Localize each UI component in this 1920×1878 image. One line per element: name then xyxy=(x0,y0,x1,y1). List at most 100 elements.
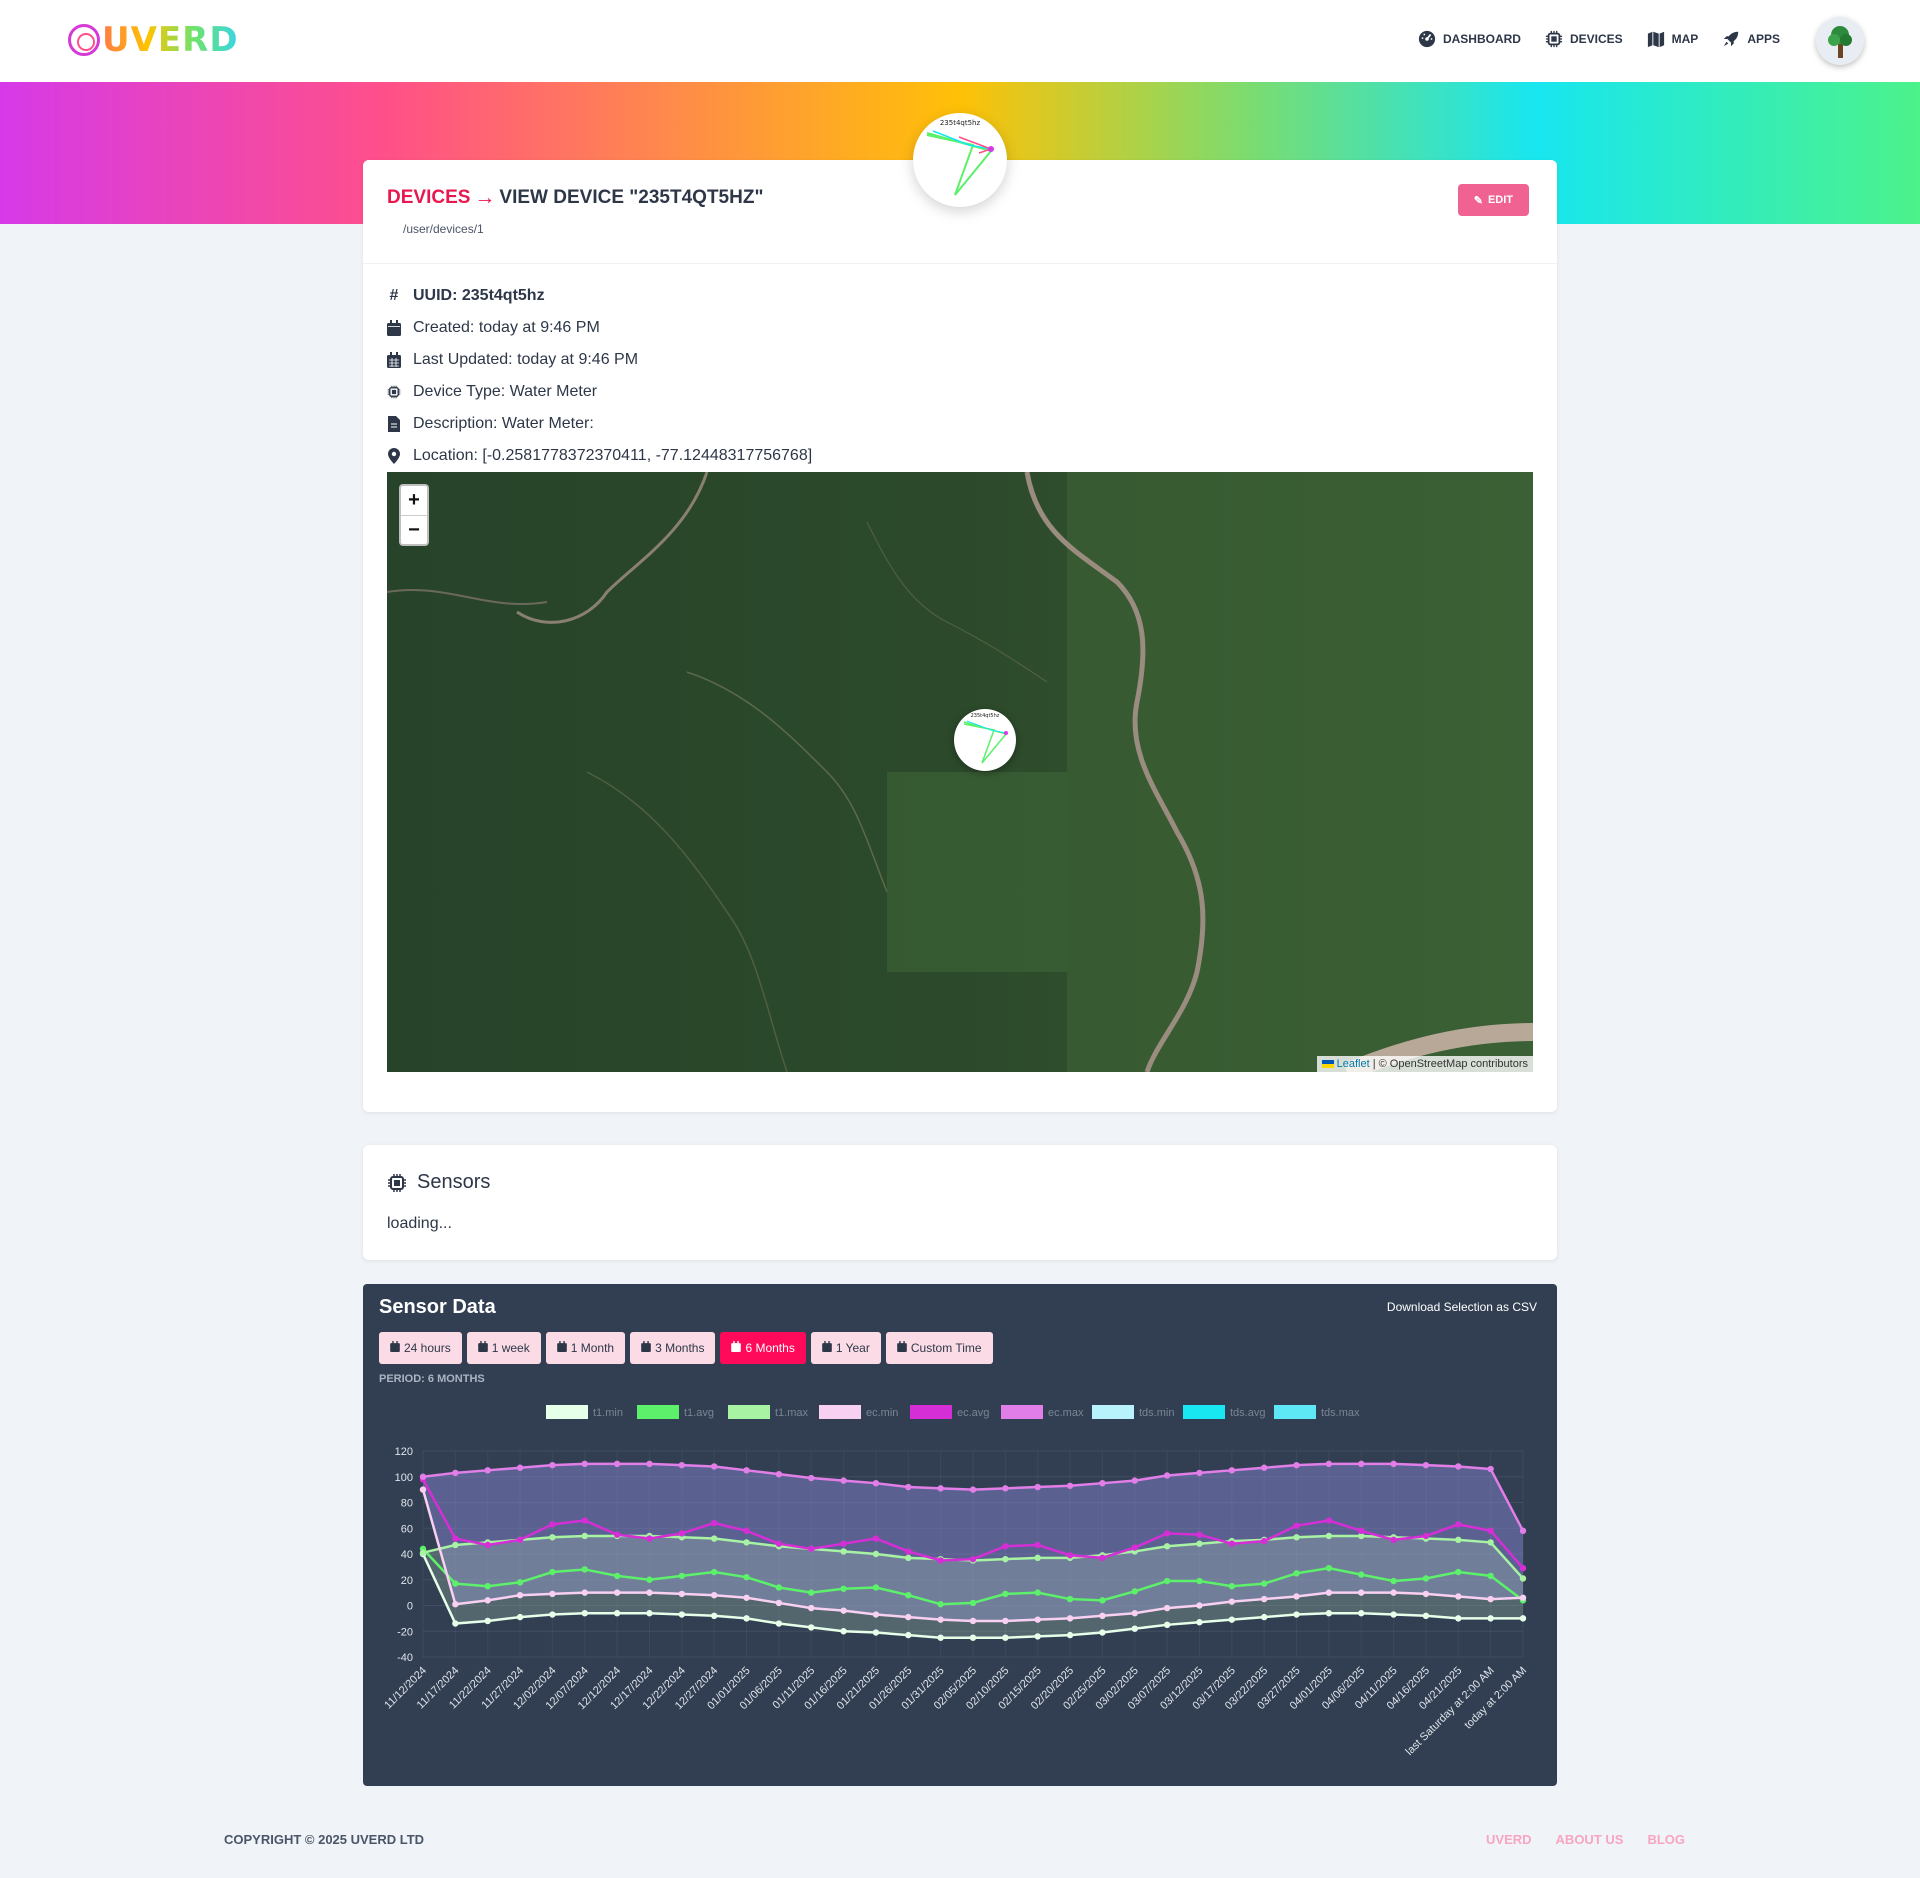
data-point-ec.avg xyxy=(872,1535,880,1542)
data-point-ec.min xyxy=(840,1607,847,1614)
data-point-ec.min xyxy=(1163,1604,1171,1612)
brand-logo[interactable]: UVERD xyxy=(68,20,239,60)
legend-swatch-ec.avg xyxy=(910,1405,952,1419)
data-point-ec.max xyxy=(484,1467,491,1474)
data-point-ec.min xyxy=(1422,1590,1430,1598)
data-point-ec.avg xyxy=(1455,1521,1462,1528)
range-button-label: 24 hours xyxy=(404,1341,451,1355)
data-point-t1.max xyxy=(743,1539,750,1546)
data-point-t1.max xyxy=(872,1550,880,1558)
download-csv-link[interactable]: Download Selection as CSV xyxy=(1387,1300,1537,1314)
data-point-ec.max xyxy=(419,1473,427,1480)
data-point-ec.max xyxy=(808,1474,815,1482)
data-point-t1.min xyxy=(516,1613,524,1621)
device-map-marker[interactable]: 235t4qt5hz xyxy=(954,709,1016,771)
data-point-ec.max xyxy=(1325,1460,1333,1468)
leaflet-link[interactable]: Leaflet xyxy=(1337,1058,1370,1070)
footer-copyright: COPYRIGHT © 2025 UVERD LTD xyxy=(224,1832,425,1847)
nav-map[interactable]: MAP xyxy=(1647,30,1698,48)
chip-icon xyxy=(388,1173,406,1192)
data-point-ec.max xyxy=(1099,1479,1106,1487)
zoom-in-button[interactable]: + xyxy=(401,486,427,515)
data-point-t1.min xyxy=(1066,1631,1074,1639)
data-point-ec.min xyxy=(905,1613,912,1621)
data-point-t1.min xyxy=(1422,1612,1430,1619)
y-tick-label: 0 xyxy=(407,1601,413,1613)
device-map[interactable]: + − 235t4qt5hz Leaflet | © OpenStreetMap… xyxy=(387,472,1533,1072)
data-point-ec.avg xyxy=(1163,1530,1171,1537)
data-point-t1.min xyxy=(937,1634,944,1641)
nav-devices[interactable]: DEVICES xyxy=(1545,30,1623,48)
data-point-ec.max xyxy=(1487,1465,1494,1473)
data-point-ec.min xyxy=(1390,1589,1397,1596)
data-point-ec.max xyxy=(613,1460,621,1468)
data-point-ec.avg xyxy=(1099,1554,1106,1562)
data-point-t1.avg xyxy=(581,1566,588,1573)
data-point-ec.min xyxy=(678,1590,686,1598)
satellite-map-tiles xyxy=(387,472,1533,1072)
range-button-3-months[interactable]: 3 Months xyxy=(630,1332,716,1364)
map-icon xyxy=(1647,31,1664,48)
footer-link-uverd[interactable]: UVERD xyxy=(1486,1832,1532,1847)
nav-dashboard-label: DASHBOARD xyxy=(1442,32,1521,46)
data-point-ec.avg xyxy=(1228,1540,1236,1547)
data-point-ec.max xyxy=(678,1461,686,1469)
sensors-loading: loading... xyxy=(387,1215,452,1232)
data-point-t1.min xyxy=(484,1617,491,1625)
data-point-ec.min xyxy=(1293,1593,1300,1600)
range-button-1-year[interactable]: 1 Year xyxy=(810,1332,881,1364)
data-point-ec.avg xyxy=(516,1536,524,1544)
footer-link-blog[interactable]: BLOG xyxy=(1647,1832,1685,1847)
data-point-t1.max xyxy=(419,1549,427,1556)
rocket-icon xyxy=(1724,31,1739,47)
range-button-custom-time[interactable]: Custom Time xyxy=(885,1332,993,1364)
range-button-6-months[interactable]: 6 Months xyxy=(720,1332,806,1364)
y-tick-label: 40 xyxy=(401,1549,413,1561)
zoom-control: + − xyxy=(399,484,429,546)
data-point-t1.avg xyxy=(1066,1595,1074,1603)
data-point-ec.max xyxy=(969,1486,977,1493)
data-point-ec.avg xyxy=(1260,1537,1268,1545)
info-type: Device Type: Water Meter xyxy=(387,376,812,408)
nav-dashboard[interactable]: DASHBOARD xyxy=(1418,30,1521,48)
zoom-out-button[interactable]: − xyxy=(401,515,427,544)
x-tick-label: today at 2:00 AM xyxy=(1462,1665,1529,1732)
breadcrumb-devices[interactable]: DEVICES xyxy=(387,187,470,209)
data-point-t1.avg xyxy=(1358,1571,1365,1578)
device-badge: 235t4qt5hz xyxy=(913,113,1007,207)
data-point-t1.max xyxy=(452,1541,459,1549)
data-point-ec.max xyxy=(1034,1483,1041,1491)
range-button-label: 1 Year xyxy=(835,1341,870,1355)
data-point-t1.min xyxy=(1260,1613,1268,1621)
data-point-ec.avg xyxy=(1358,1527,1365,1535)
footer-link-about[interactable]: ABOUT US xyxy=(1556,1832,1624,1847)
info-uuid: # UUID: 235t4qt5hz xyxy=(387,280,812,312)
user-avatar[interactable] xyxy=(1816,17,1864,65)
data-point-t1.min xyxy=(1163,1621,1171,1629)
data-point-ec.max xyxy=(743,1467,750,1474)
data-point-t1.avg xyxy=(1196,1577,1203,1585)
arrow-right-icon: → xyxy=(474,186,496,209)
edit-button[interactable]: ✎ EDIT xyxy=(1457,184,1529,216)
data-point-ec.max xyxy=(1390,1460,1397,1468)
data-point-t1.avg xyxy=(840,1585,847,1592)
data-point-t1.min xyxy=(452,1620,459,1627)
range-button-1-month[interactable]: 1 Month xyxy=(545,1332,626,1364)
data-point-ec.min xyxy=(1487,1595,1494,1603)
data-point-t1.min xyxy=(1487,1615,1494,1622)
data-point-ec.avg xyxy=(1519,1564,1527,1572)
calendar-icon xyxy=(387,320,401,336)
data-point-t1.avg xyxy=(484,1582,491,1590)
data-point-ec.min xyxy=(1260,1595,1268,1603)
data-point-t1.max xyxy=(1196,1540,1203,1547)
range-button-24-hours[interactable]: 24 hours xyxy=(379,1332,462,1364)
nav-apps[interactable]: APPS xyxy=(1722,30,1780,48)
breadcrumb-current: VIEW DEVICE "235T4QT5HZ" xyxy=(499,187,764,208)
data-point-t1.avg xyxy=(808,1589,815,1596)
range-button-1-week[interactable]: 1 week xyxy=(466,1332,541,1364)
y-tick-label: -40 xyxy=(397,1652,413,1664)
data-point-ec.min xyxy=(1519,1594,1527,1601)
data-point-t1.max xyxy=(1455,1536,1462,1544)
data-point-ec.min xyxy=(516,1592,524,1599)
calendar-icon xyxy=(390,1341,400,1355)
